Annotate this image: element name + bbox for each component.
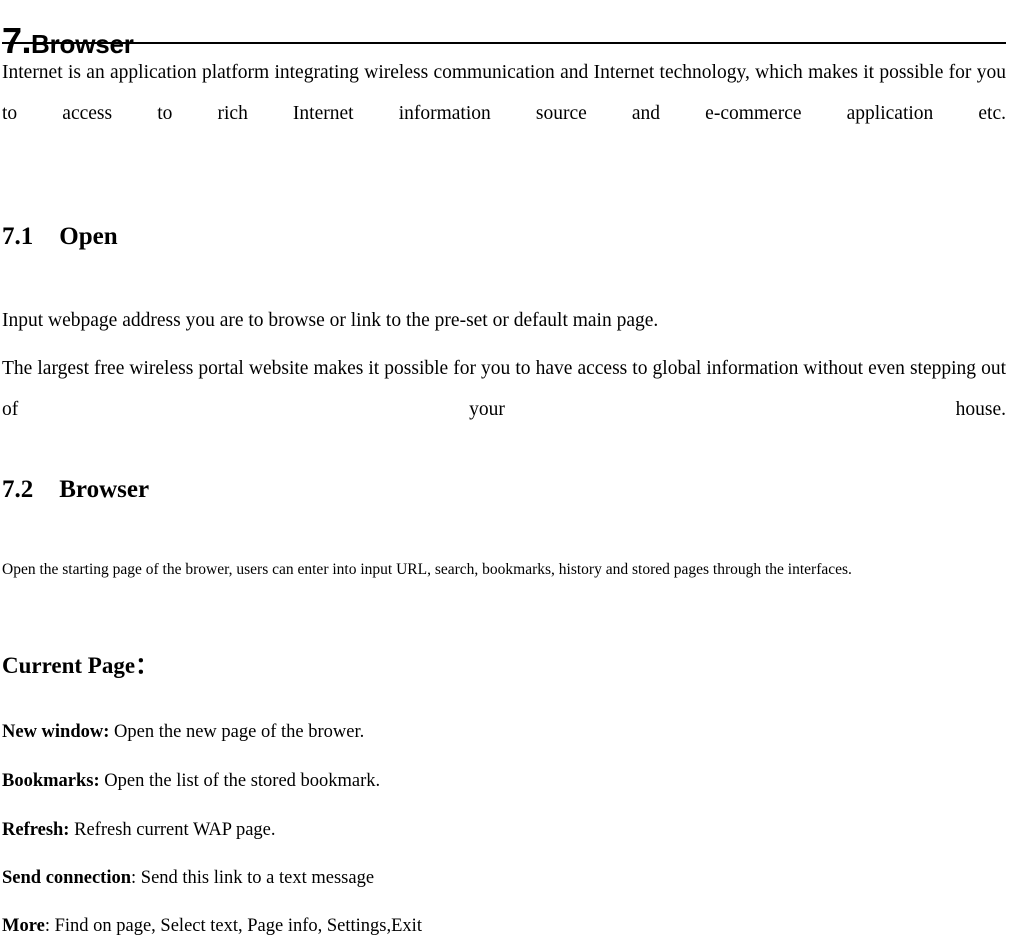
list-item-description: : Find on page, Select text, Page info, … xyxy=(44,916,422,936)
list-item: Bookmarks: Open the list of the stored b… xyxy=(2,769,1006,793)
title-divider xyxy=(2,42,1006,44)
section-heading-7-1: 7.1 Open xyxy=(2,222,118,252)
list-item-term: Send connection xyxy=(2,868,132,888)
list-item-term: Bookmarks: xyxy=(2,771,100,791)
section-7-2-paragraph-1: Open the starting page of the brower, us… xyxy=(2,561,852,578)
section-number-7-2: 7.2 xyxy=(2,476,34,503)
list-item: Refresh: Refresh current WAP page. xyxy=(2,818,1006,842)
list-item: New window: Open the new page of the bro… xyxy=(2,720,1006,744)
section-heading-7-2: 7.2 Browser xyxy=(2,475,149,505)
list-item-description: Open the list of the stored bookmark. xyxy=(99,771,381,791)
list-item-description: Open the new page of the brower. xyxy=(109,722,365,742)
section-title-7-1: Open xyxy=(59,223,118,250)
list-item: More: Find on page, Select text, Page in… xyxy=(2,914,1006,938)
section-7-1-paragraph-2: The largest free wireless portal website… xyxy=(2,358,1006,420)
list-item-description: Refresh current WAP page. xyxy=(69,820,276,840)
intro-paragraph: Internet is an application platform inte… xyxy=(2,62,1006,124)
list-item: Send connection: Send this link to a tex… xyxy=(2,866,1006,890)
list-item-term: Refresh: xyxy=(2,820,70,840)
section-number-7-1: 7.1 xyxy=(2,223,34,250)
list-item-term: New window: xyxy=(2,722,110,742)
section-title-7-2: Browser xyxy=(59,476,150,503)
section-7-1-paragraph-1: Input webpage address you are to browse … xyxy=(2,310,659,331)
list-item-term: More xyxy=(2,916,45,936)
document-page: 7.Browser Internet is an application pla… xyxy=(0,0,1010,939)
list-item-description: : Send this link to a text message xyxy=(131,868,375,888)
subheading-current-page: Current Page： xyxy=(2,653,159,678)
